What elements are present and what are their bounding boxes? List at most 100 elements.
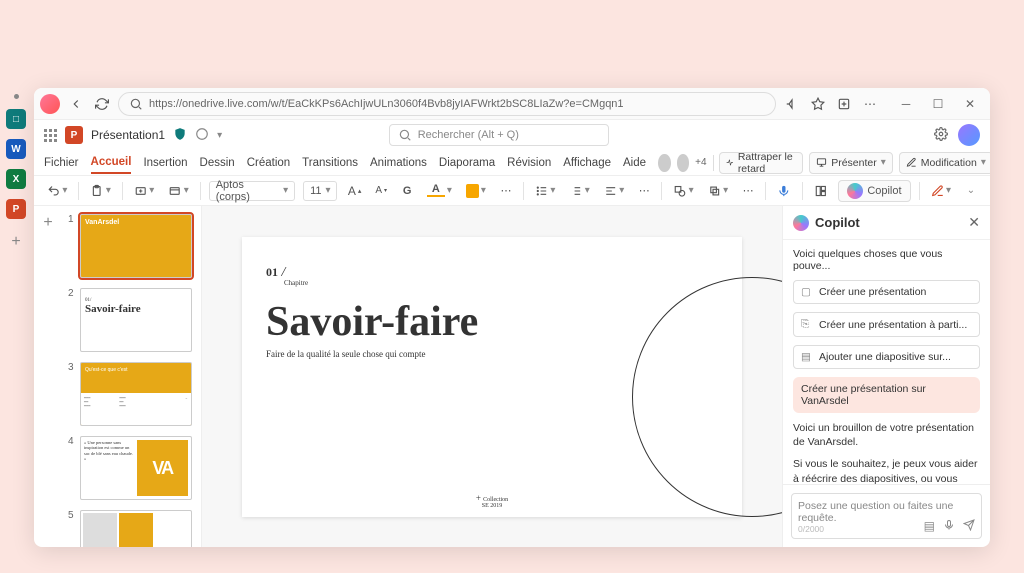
dock-add-icon[interactable]: + — [11, 233, 20, 251]
os-app-dock: □ W X P + — [0, 88, 32, 251]
tab-accueil[interactable]: Accueil — [91, 152, 132, 174]
catchup-button[interactable]: Rattraper le retard — [719, 152, 803, 174]
numbering-icon[interactable]: ▾ — [566, 181, 592, 201]
editing-pencil-icon[interactable]: ▾ — [928, 181, 954, 201]
dock-app-word[interactable]: W — [6, 139, 26, 159]
undo-icon[interactable]: ▾ — [44, 181, 70, 201]
shapes-icon[interactable]: ▾ — [670, 181, 696, 201]
chevron-down-icon[interactable]: ▾ — [217, 130, 222, 141]
ribbon-expand-icon[interactable]: ⌄ — [962, 181, 980, 201]
user-message: Créer une présentation sur VanArsdel — [793, 377, 980, 413]
thumbnail-3-preview: Qu'est-ce que c'est━━━━━━━━━━━━━━━━→ — [80, 362, 192, 426]
favorites-icon[interactable] — [808, 94, 828, 114]
tab-dessin[interactable]: Dessin — [200, 153, 235, 173]
present-button[interactable]: Présenter▾ — [809, 152, 893, 174]
suggestion-add-slide[interactable]: ▤Ajouter une diapositive sur... — [793, 345, 980, 369]
paste-icon[interactable]: ▾ — [87, 181, 113, 201]
browser-titlebar: https://onedrive.live.com/w/t/EaCkKPs6Ac… — [34, 88, 990, 120]
doc-icon: ▢ — [801, 286, 813, 298]
dock-app-teams[interactable]: □ — [6, 109, 26, 129]
browser-window: https://onedrive.live.com/w/t/EaCkKPs6Ac… — [34, 88, 990, 547]
refresh-icon[interactable] — [92, 94, 112, 114]
designer-icon[interactable] — [811, 181, 831, 201]
thumbnail-1[interactable]: 1 VanArsdel — [68, 214, 195, 278]
dock-app-excel[interactable]: X — [6, 169, 26, 189]
dictate-icon[interactable] — [774, 181, 794, 201]
thumbnail-5-preview — [80, 510, 192, 547]
tab-affichage[interactable]: Affichage — [563, 153, 611, 173]
tab-diaporama[interactable]: Diaporama — [439, 153, 495, 173]
font-more-icon[interactable]: ⋯ — [497, 181, 515, 201]
close-panel-icon[interactable]: ✕ — [968, 214, 980, 231]
current-slide[interactable]: 01 / Chapitre Savoir-faire Faire de la q… — [242, 237, 742, 517]
presence-avatar-1[interactable] — [658, 154, 671, 172]
thumbnail-5[interactable]: 5 — [68, 510, 195, 547]
presence-count[interactable]: +4 — [695, 157, 706, 168]
tab-fichier[interactable]: Fichier — [44, 153, 79, 173]
char-count: 0/2000 — [798, 524, 824, 534]
font-color-icon[interactable]: A▾ — [424, 181, 454, 201]
presence-avatar-2[interactable] — [677, 154, 690, 172]
copilot-input-area: Posez une question ou faites une requête… — [783, 484, 990, 547]
search-placeholder: Rechercher (Alt + Q) — [418, 129, 519, 141]
editing-mode-button[interactable]: Modification▾ — [899, 152, 990, 174]
chapter-label: Chapitre — [284, 279, 718, 287]
ai-message-1: Voici un brouillon de votre présentation… — [793, 421, 980, 449]
thumbnail-2[interactable]: 2 01/Savoir-faire — [68, 288, 195, 352]
user-avatar[interactable] — [958, 124, 980, 146]
settings-icon[interactable] — [934, 127, 948, 144]
close-button[interactable]: ✕ — [956, 94, 984, 114]
send-icon[interactable] — [963, 519, 975, 534]
minimize-button[interactable]: ─ — [892, 94, 920, 114]
search-box[interactable]: Rechercher (Alt + Q) — [389, 124, 609, 146]
copilot-logo-icon — [847, 183, 863, 199]
thumbnail-3[interactable]: 3 Qu'est-ce que c'est━━━━━━━━━━━━━━━━→ — [68, 362, 195, 426]
copilot-input[interactable]: Posez une question ou faites une requête… — [791, 493, 982, 539]
bold-icon[interactable]: G — [398, 181, 416, 201]
tab-creation[interactable]: Création — [247, 153, 290, 173]
sensitivity-icon[interactable] — [173, 127, 187, 144]
arrange-icon[interactable]: ▾ — [705, 181, 731, 201]
search-icon — [129, 97, 143, 111]
maximize-button[interactable]: ☐ — [924, 94, 952, 114]
layout-icon[interactable]: ▾ — [165, 181, 191, 201]
document-title[interactable]: Présentation1 — [91, 128, 165, 142]
collections-icon[interactable] — [834, 94, 854, 114]
bullets-icon[interactable]: ▾ — [532, 181, 558, 201]
ribbon-toolbar: ▾ ▾ ▾ ▾ Aptos (corps)▾ 11▾ A▴ A▾ G A▾ ▾ … — [34, 176, 990, 206]
mic-icon[interactable] — [943, 519, 955, 534]
decrease-font-icon[interactable]: A▾ — [372, 181, 390, 201]
slide-thumbnails: 1 VanArsdel 2 01/Savoir-faire 3 Qu'est-c… — [62, 206, 202, 547]
new-slide-icon[interactable]: ▾ — [131, 181, 157, 201]
dock-app-powerpoint[interactable]: P — [6, 199, 26, 219]
thumbnail-4-preview: « Une personne sans inspiration est comm… — [80, 436, 192, 500]
tab-animations[interactable]: Animations — [370, 153, 427, 173]
address-bar[interactable]: https://onedrive.live.com/w/t/EaCkKPs6Ac… — [118, 92, 776, 116]
profile-avatar[interactable] — [40, 94, 60, 114]
highlight-icon[interactable]: ▾ — [463, 181, 489, 201]
copilot-ribbon-button[interactable]: Copilot — [838, 180, 910, 202]
copilot-title: Copilot — [815, 215, 860, 230]
app-launcher-icon[interactable] — [44, 129, 57, 142]
powerpoint-logo-icon: P — [65, 126, 83, 144]
font-size-selector[interactable]: 11▾ — [303, 181, 337, 201]
more-icon[interactable]: ⋯ — [860, 94, 880, 114]
doc-file-icon: ⎘ — [801, 318, 813, 331]
add-slide-icon[interactable]: + — [43, 214, 52, 547]
drawing-more-icon[interactable]: ⋯ — [739, 181, 757, 201]
tab-revision[interactable]: Révision — [507, 153, 551, 173]
para-more-icon[interactable]: ⋯ — [635, 181, 653, 201]
align-icon[interactable]: ▾ — [601, 181, 627, 201]
back-icon[interactable] — [66, 94, 86, 114]
increase-font-icon[interactable]: A▴ — [345, 181, 364, 201]
copilot-logo-icon — [793, 215, 809, 231]
read-aloud-icon[interactable] — [782, 94, 802, 114]
suggestion-create-presentation[interactable]: ▢Créer une présentation — [793, 280, 980, 304]
tab-transitions[interactable]: Transitions — [302, 153, 358, 173]
suggestion-create-from[interactable]: ⎘Créer une présentation à parti... — [793, 312, 980, 337]
tab-aide[interactable]: Aide — [623, 153, 646, 173]
prompt-guide-icon[interactable]: ▤ — [924, 519, 935, 534]
tab-insertion[interactable]: Insertion — [143, 153, 187, 173]
font-family-selector[interactable]: Aptos (corps)▾ — [209, 181, 295, 201]
thumbnail-4[interactable]: 4 « Une personne sans inspiration est co… — [68, 436, 195, 500]
